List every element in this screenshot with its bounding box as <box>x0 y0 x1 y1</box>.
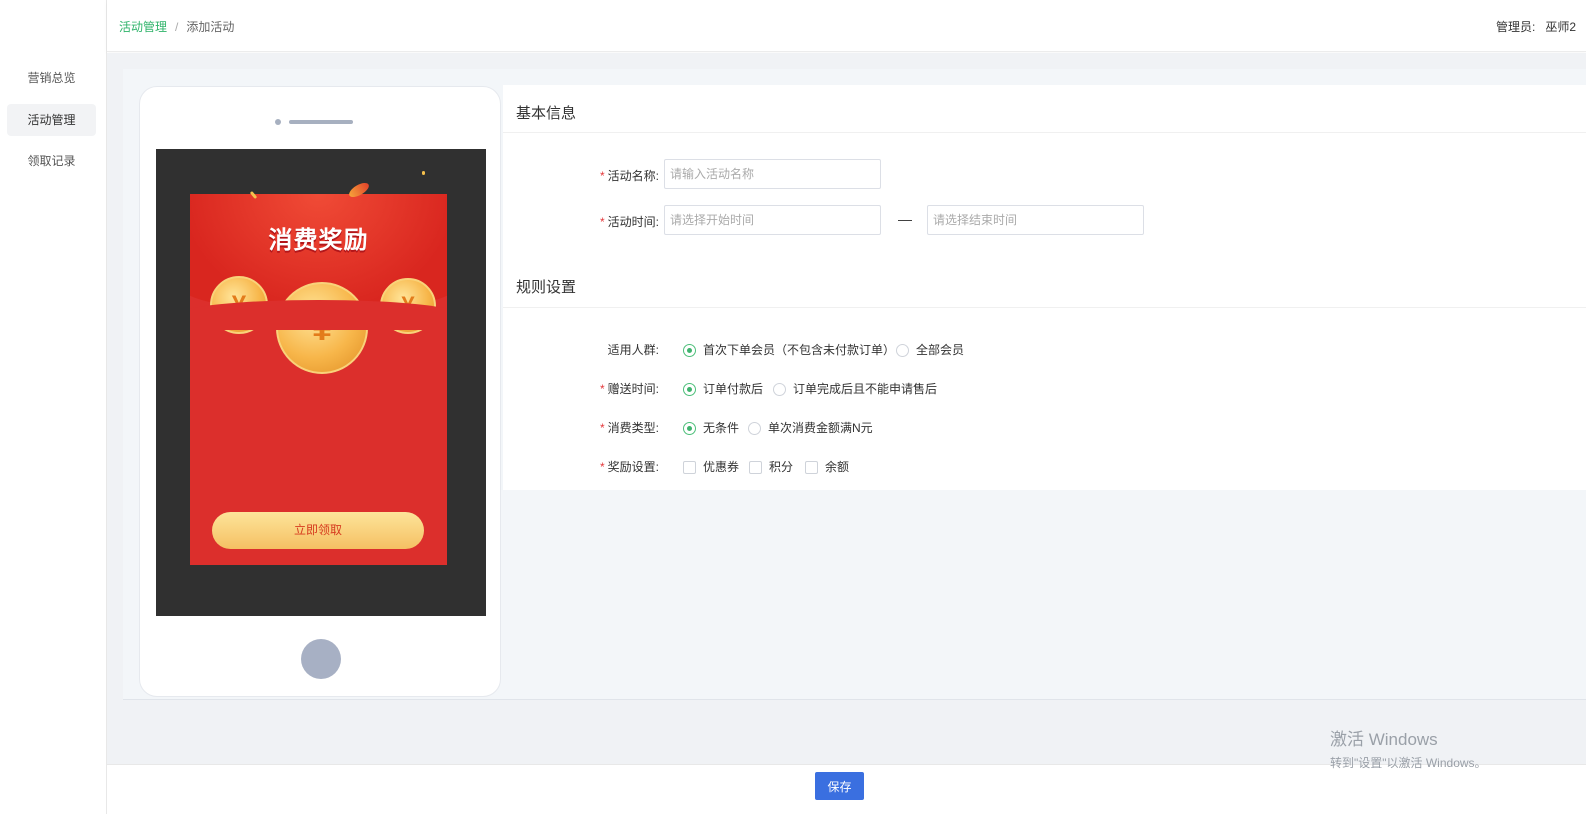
breadcrumb-activity-management[interactable]: 活动管理 <box>119 20 167 34</box>
checkbox-icon[interactable] <box>683 461 696 474</box>
gift-time-option-after-completion[interactable]: 订单完成后且不能申请售后 <box>773 380 937 397</box>
breadcrumb-separator: / <box>175 20 179 34</box>
radio-icon[interactable] <box>896 344 909 357</box>
watermark-title: 激活 Windows <box>1330 730 1438 749</box>
save-button[interactable]: 保存 <box>815 772 864 800</box>
rules-title: 规则设置 <box>516 279 577 296</box>
time-range-separator: — <box>898 211 912 227</box>
consume-type-option-min-amount[interactable]: 单次消费金额满N元 <box>748 419 873 436</box>
phone-home-button[interactable] <box>301 639 341 679</box>
phone-speaker <box>289 120 353 124</box>
sidebar-item-activity-management[interactable]: 活动管理 <box>7 104 96 136</box>
footer-bar: 保存 <box>107 764 1586 814</box>
sidebar: 营销总览 活动管理 领取记录 <box>0 0 107 814</box>
radio-checked-icon[interactable] <box>683 344 696 357</box>
phone-preview: 消费奖励 ¥ ¥ ¥ 立即领取 <box>139 86 501 697</box>
sidebar-item-overview[interactable]: 营销总览 <box>7 62 96 94</box>
gift-time-label: * 赠送时间: <box>599 382 659 396</box>
envelope-title: 消费奖励 <box>268 226 369 254</box>
phone-camera <box>275 119 281 125</box>
gift-time-option-after-payment[interactable]: 订单付款后 <box>683 380 763 397</box>
checkbox-icon[interactable] <box>749 461 762 474</box>
form-card: 基本信息 *活动名称: *活动时间: — 规则设置 适用人群: 首次下单会员（不… <box>503 85 1586 490</box>
consume-type-label: * 消费类型: <box>599 421 659 435</box>
end-time-input[interactable] <box>927 205 1144 235</box>
reward-option-balance[interactable]: 余额 <box>805 458 849 475</box>
breadcrumb: 活动管理 / 添加活动 <box>119 18 234 35</box>
sidebar-item-claim-records[interactable]: 领取记录 <box>7 145 96 177</box>
activity-name-input[interactable] <box>664 159 881 189</box>
radio-checked-icon[interactable] <box>683 422 696 435</box>
confetti-decoration <box>422 171 425 175</box>
watermark-subtitle: 转到"设置"以激活 Windows。 <box>1330 756 1487 770</box>
checkbox-icon[interactable] <box>805 461 818 474</box>
admin-info: 管理员: 巫师2 <box>1496 18 1576 35</box>
divider <box>503 132 1586 133</box>
audience-label: 适用人群: <box>607 343 659 357</box>
audience-option-all-members[interactable]: 全部会员 <box>896 341 964 358</box>
divider <box>503 307 1586 308</box>
basic-info-title: 基本信息 <box>516 105 577 122</box>
content-panel: 消费奖励 ¥ ¥ ¥ 立即领取 基本信息 *活动名称: *活动时间: — <box>123 69 1586 700</box>
reward-option-points[interactable]: 积分 <box>749 458 793 475</box>
reward-option-coupon[interactable]: 优惠券 <box>683 458 739 475</box>
consume-type-option-unconditional[interactable]: 无条件 <box>683 419 739 436</box>
activity-time-label: * 活动时间: <box>599 215 659 229</box>
admin-name[interactable]: 巫师2 <box>1545 20 1576 34</box>
breadcrumb-current: 添加活动 <box>186 20 235 34</box>
claim-now-button[interactable]: 立即领取 <box>212 512 424 549</box>
envelope-pocket <box>190 300 447 330</box>
radio-icon[interactable] <box>773 383 786 396</box>
admin-label: 管理员: <box>1495 20 1536 34</box>
windows-activation-watermark: 激活 Windows 转到"设置"以激活 Windows。 <box>1330 725 1487 771</box>
red-envelope: 消费奖励 ¥ ¥ ¥ 立即领取 <box>190 194 447 565</box>
start-time-input[interactable] <box>664 205 881 235</box>
radio-icon[interactable] <box>748 422 761 435</box>
radio-checked-icon[interactable] <box>683 383 696 396</box>
reward-label: * 奖励设置: <box>599 460 659 474</box>
phone-screen: 消费奖励 ¥ ¥ ¥ 立即领取 <box>156 149 486 616</box>
main-area: 消费奖励 ¥ ¥ ¥ 立即领取 基本信息 *活动名称: *活动时间: — <box>107 53 1586 764</box>
audience-option-first-order[interactable]: 首次下单会员（不包含未付款订单） <box>683 341 895 358</box>
activity-name-label: * 活动名称: <box>599 169 659 183</box>
top-bar: 活动管理 / 添加活动 管理员: 巫师2 <box>107 0 1586 52</box>
